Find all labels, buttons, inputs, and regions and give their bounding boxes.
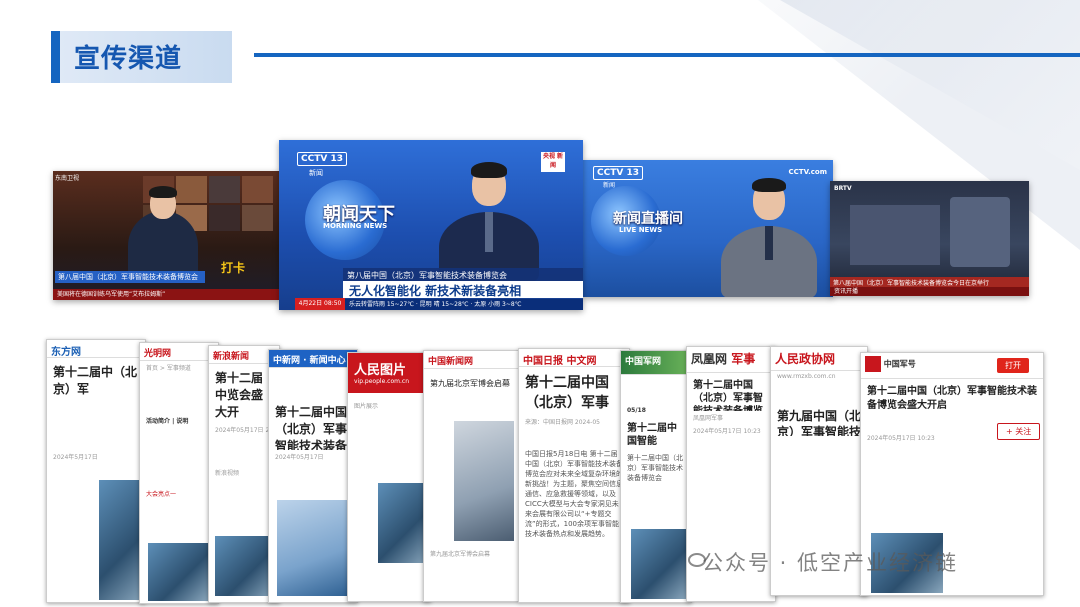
card-site: 中国军号: [883, 359, 916, 369]
news-card-chinadaily: 中国日报 中文网 第十二届中国（北京）军事 来源：中国日报网 2024-05 中…: [518, 348, 630, 603]
exhibit-vehicle: [950, 197, 1010, 267]
card-title: 第十二届中国（北京）军事智能技术装备博览会盛大开幕: [693, 380, 763, 411]
weather-ticker: 乐云转雷阵雨 15~27℃ · 昆明 晴 15~28℃ · 太原 小雨 3~8℃: [345, 299, 583, 310]
card-author: 凤凰网军事: [693, 415, 724, 422]
card-body: 中国日报5月18日电 第十二届中国（北京）军事智能技术装备博览会应对未来全域复杂…: [525, 450, 623, 538]
card-banner: 人民图片 vip.people.com.cn: [348, 353, 430, 393]
news-card-81cn: 中国军网 05/18 第十二届中国智能 第十二届中国（北京）军事智能技术装备博览…: [620, 350, 692, 603]
card-title: 第十二届中国智能: [627, 423, 677, 447]
card-title: 第十二届中国（北京）军事: [525, 375, 609, 411]
station-tag: BRTV: [834, 185, 852, 192]
card-caption: 第九届北京军博会启幕: [430, 551, 491, 558]
card-image: [378, 483, 428, 563]
cctv-logo: CCTV 13: [593, 166, 643, 180]
card-image: [215, 536, 275, 596]
site-logo-icon: [865, 356, 881, 372]
channel-sub: 新闻: [309, 169, 323, 177]
card-body: [861, 468, 1043, 538]
headline: 无人化智能化 新技术新装备亮相: [349, 284, 522, 298]
news-anchor: [721, 178, 817, 297]
tv-clip-2: CCTV 13 新闻 央视 新闻 朝闻天下 MORNING NEWS 第八届中国…: [279, 140, 583, 310]
watermark: 公众号 · 低空产业经济链: [702, 551, 959, 575]
headline-bar: 无人化智能化 新技术新装备亮相: [343, 281, 583, 298]
tv-clip-1-headline: 第八届中国（北京）军事智能技术装备博览会: [58, 273, 198, 281]
card-title: 第十二届中国（北京）军事智能技术装备博览会盛大开启: [867, 386, 1037, 411]
title-accent-bar: [51, 31, 60, 83]
news-card-chinanews-2: 中国新闻网 第九届北京军博会启幕 第九届北京军博会启幕: [423, 350, 519, 602]
card-site: 中国新闻网: [424, 351, 518, 369]
exhibit-structure: [850, 205, 940, 265]
show-name-en: LIVE NEWS: [619, 226, 663, 234]
news-card-chinanews: 中新网 · 新闻中心 第十二届中国（北京）军事智能技术装备博览会盛 2024年0…: [268, 349, 358, 603]
card-site-sub: 人民图片: [354, 363, 407, 378]
card-site-en: www.rmzxb.com.cn: [777, 373, 836, 380]
news-card-eastday: 东方网 第十二届中（北京）军 2024年5月17日: [46, 339, 146, 603]
news-card-people-photo: 人民图片 vip.people.com.cn 图片展示: [347, 352, 431, 602]
date-time: 4月22日 08:50: [295, 298, 345, 310]
card-site: 东方网: [47, 340, 145, 358]
tv-clip-1-ticker: 美国将在德国训练乌军使用“艾布拉姆斯”: [53, 289, 281, 300]
card-title: 第十二届中（北京）军: [53, 365, 138, 396]
card-site: 光明网: [140, 343, 218, 361]
card-site-en: vip.people.com.cn: [354, 378, 410, 385]
background-decoration-inner: [780, 0, 1080, 170]
lower-third-bar: 第八届中国（北京）军事智能技术装备博览会今日在京举行: [830, 277, 1029, 287]
card-title: 第九届北京军博会启幕: [430, 379, 510, 388]
card-body: [140, 427, 218, 487]
card-image: [631, 529, 687, 599]
tv-clip-4: BRTV 第八届中国（北京）军事智能技术装备博览会今日在京举行 资讯开播: [830, 181, 1029, 296]
show-name-en: MORNING NEWS: [323, 222, 388, 230]
card-tag: 活动简介 | 说明: [146, 418, 189, 425]
card-site: 中国军网: [621, 351, 691, 375]
card-site: 中新网 · 新闻中心: [269, 350, 357, 368]
card-date: 2024年5月17日: [53, 454, 98, 461]
card-site: 中国日报 中文网: [519, 349, 629, 367]
live-badge: 央视 新闻: [541, 152, 565, 172]
card-image: [277, 500, 351, 596]
card-tag: 图片展示: [354, 403, 379, 410]
card-title: 第十二届中国（北京）军事智能技术装备博览会盛: [275, 405, 348, 450]
card-image: [148, 543, 208, 601]
tv-clip-3: CCTV 13 新闻 CCTV.com 新闻直播间 LIVE NEWS: [583, 160, 833, 297]
lower-third-bar: 第八届中国（北京）军事智能技术装备博览会: [55, 271, 205, 283]
follow-button[interactable]: + 关注: [997, 423, 1041, 440]
card-body: [687, 437, 775, 517]
card-source: 来源：中国日报网 2024-05: [525, 419, 600, 426]
card-image: [454, 421, 514, 541]
slide-title: 宣传渠道: [74, 44, 183, 74]
open-button[interactable]: 打开: [997, 358, 1029, 373]
card-site-sub: 军事: [731, 352, 756, 366]
show-name: 新闻直播间: [613, 211, 683, 227]
card-date: 05/18: [627, 407, 646, 414]
card-body: [771, 436, 867, 536]
card-site: 凤凰网 军事: [687, 347, 775, 373]
corner-logo: CCTV.com: [788, 168, 827, 176]
card-section: 首页 > 军事频道: [146, 365, 191, 372]
card-title: 第九届中国（北京）军事智能技术装备博览会: [777, 409, 862, 436]
cctv-logo: CCTV 13: [297, 152, 347, 166]
card-site-name: 凤凰网: [691, 352, 728, 366]
title-divider: [254, 53, 1080, 57]
station-tag: 东南卫视: [55, 175, 80, 182]
tv-clip-4-ticker: 资讯开播: [830, 287, 1029, 296]
card-body: 第十二届中国（北京）军事智能技术装备博览会: [627, 454, 683, 482]
tv-clip-1: 第八届中国（北京）军事智能技术装备博览会 打卡 美国将在德国训练乌军使用“艾布拉…: [53, 171, 281, 300]
card-sub: 大会亮点一: [146, 491, 177, 498]
card-date: 2024年05月17日 10:23: [693, 428, 761, 435]
corner-badge: 打卡: [221, 261, 246, 275]
card-site: 人民政协网: [771, 347, 867, 371]
card-date: 2024年05月17日: [275, 454, 324, 461]
event-line-bar: 第八届中国（北京）军事智能技术装备博览会: [343, 268, 583, 281]
news-card-gmw: 光明网 首页 > 军事频道 活动简介 | 说明 大会亮点一: [139, 342, 219, 604]
